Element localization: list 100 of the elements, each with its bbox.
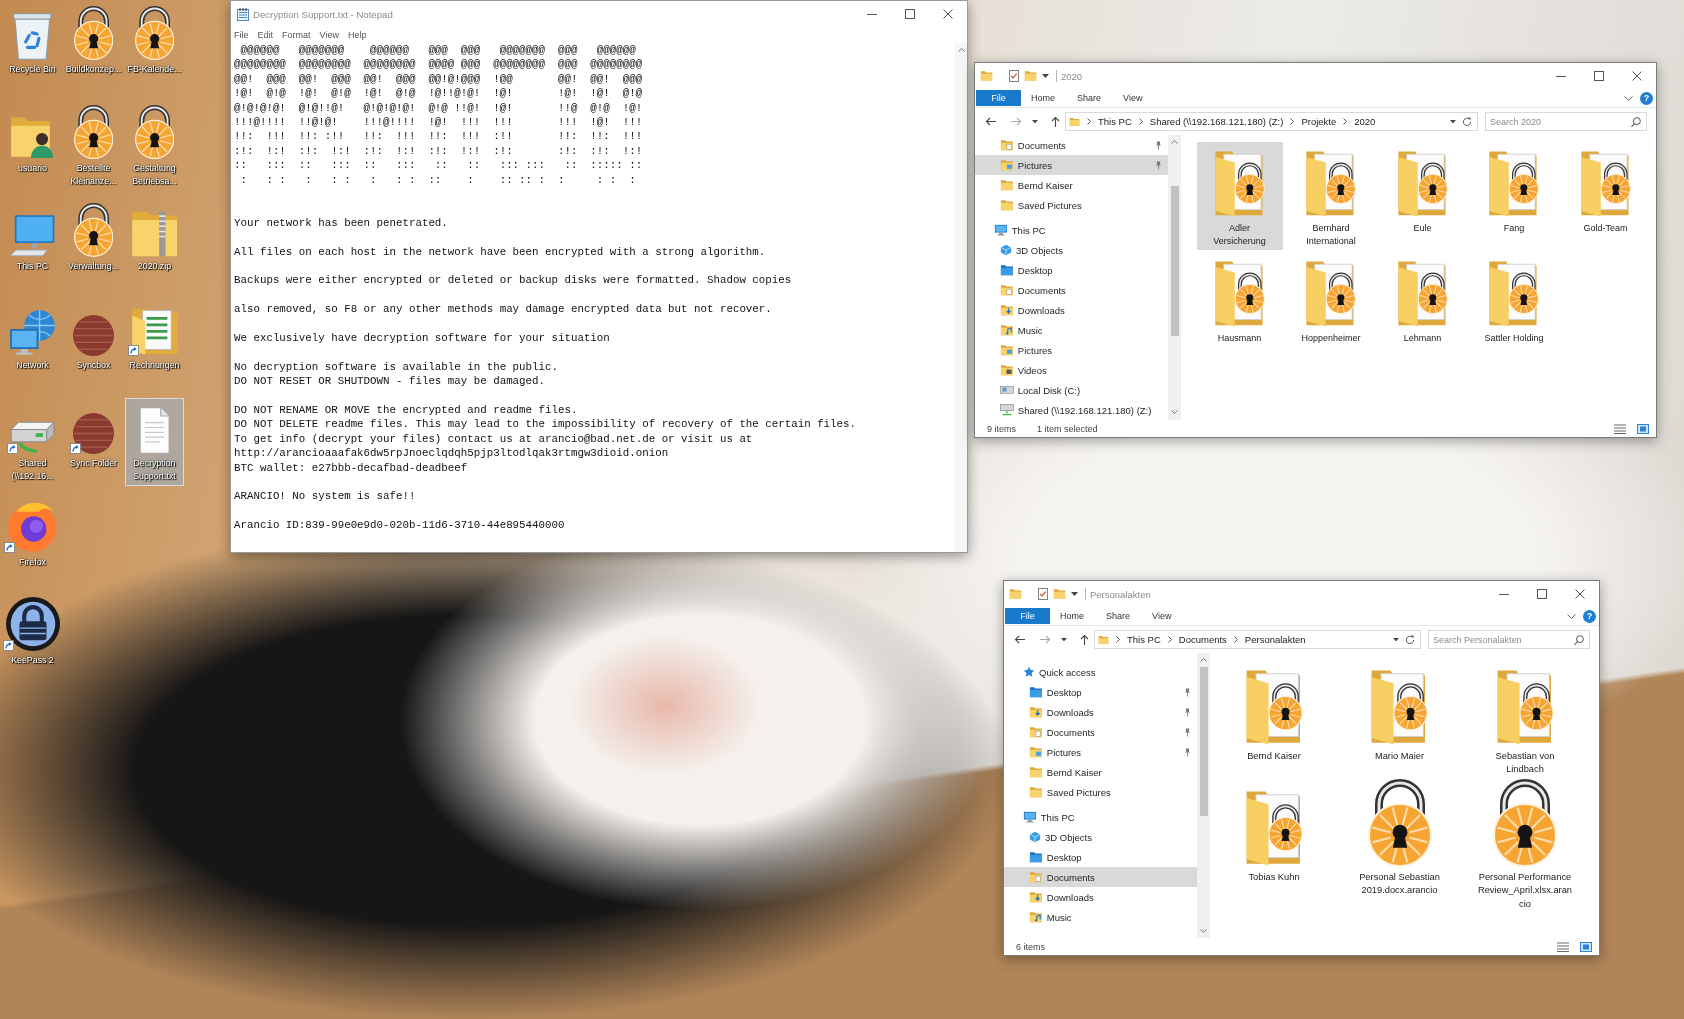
file-item[interactable]: Personal Performance Review_April.xlsx.arancio (1465, 776, 1585, 912)
nav-item[interactable]: This PC (1004, 807, 1197, 827)
menu-item[interactable]: View (319, 30, 339, 40)
minimize-icon[interactable] (1499, 593, 1509, 595)
menu-item[interactable]: Edit (257, 30, 274, 40)
back-arrow-icon[interactable] (985, 117, 996, 126)
nav-item[interactable]: Local Disk (C:) (975, 380, 1168, 400)
file-item[interactable]: Hausmann (1196, 251, 1283, 361)
breadcrumb[interactable]: This PC (1127, 634, 1161, 645)
large-icons-view-icon[interactable] (1637, 423, 1649, 434)
nav-item[interactable]: Music (975, 320, 1168, 340)
nav-item[interactable]: Desktop (1004, 847, 1197, 867)
ribbon-tab[interactable]: View (1123, 93, 1143, 103)
nav-item[interactable]: Videos (975, 360, 1168, 380)
file-item[interactable]: Tobias Kuhn (1214, 776, 1334, 912)
minimize-icon[interactable] (867, 13, 877, 15)
details-view-icon[interactable] (1614, 423, 1626, 434)
scroll-thumb[interactable] (1170, 185, 1179, 336)
ribbon-tab[interactable]: Share (1077, 93, 1102, 103)
search-icon[interactable] (1631, 116, 1641, 127)
caret-icon[interactable] (1061, 637, 1067, 642)
caret-icon[interactable] (1450, 119, 1456, 124)
details-view-icon[interactable] (1557, 941, 1569, 952)
minimize-icon[interactable] (1556, 75, 1566, 77)
file-item[interactable]: Bernhard International (1288, 141, 1374, 251)
file-item[interactable]: Personal Sebastian 2019.docx.arancio (1339, 776, 1460, 912)
pin-icon[interactable] (1155, 140, 1162, 150)
close-icon[interactable] (943, 9, 953, 19)
file-item[interactable]: Lehmann (1379, 251, 1466, 361)
up-arrow-icon[interactable] (1080, 634, 1089, 645)
nav-item[interactable]: Documents (975, 280, 1168, 300)
ribbon-tab[interactable]: View (1152, 611, 1172, 621)
nav-item[interactable]: 3D Objects (1004, 827, 1197, 847)
breadcrumb[interactable]: Projekte (1301, 116, 1337, 127)
nav-item[interactable]: Shared (\\192.168.121.180) (Z:) (975, 400, 1168, 420)
nav-item[interactable]: 3D Objects (975, 240, 1168, 260)
close-icon[interactable] (1575, 589, 1585, 599)
scrollbar[interactable] (1168, 135, 1181, 420)
checkmark-page-icon[interactable] (1038, 588, 1048, 600)
search-icon[interactable] (1574, 634, 1584, 645)
back-arrow-icon[interactable] (1014, 635, 1025, 644)
pin-icon[interactable] (1184, 707, 1191, 717)
pin-icon[interactable] (1184, 747, 1191, 757)
nav-item[interactable]: This PC (975, 220, 1168, 240)
file-item[interactable]: Sattler Holding (1471, 251, 1557, 361)
scroll-thumb[interactable] (1199, 667, 1208, 816)
file-item[interactable]: Adler Versicherung (1196, 141, 1283, 251)
nav-item[interactable]: Documents (1004, 722, 1197, 742)
nav-item[interactable]: Downloads (1004, 887, 1197, 907)
icon-entry[interactable]: KeePass 2 (3, 595, 62, 670)
nav-item[interactable]: Pictures (975, 340, 1168, 360)
nav-item[interactable]: Bernd Kaiser (1004, 762, 1197, 782)
ribbon-tab[interactable]: Share (1106, 611, 1131, 621)
menu-item[interactable]: File (234, 30, 249, 40)
chevron-down-icon[interactable] (1624, 95, 1633, 101)
search-field[interactable]: Search Personalakten (1428, 630, 1590, 649)
nav-item[interactable]: Pictures (1004, 742, 1197, 762)
nav-item[interactable]: Documents (975, 135, 1168, 155)
file-menu-button[interactable]: File (976, 90, 1021, 106)
nav-item[interactable]: Downloads (1004, 702, 1197, 722)
close-icon[interactable] (1632, 71, 1642, 81)
scrollbar[interactable] (1197, 653, 1210, 938)
file-item[interactable]: Mario Maier (1339, 655, 1460, 777)
nav-item[interactable]: Desktop (975, 260, 1168, 280)
file-item[interactable]: Bernd Kaiser (1214, 655, 1334, 777)
file-item[interactable]: Gold-Team (1562, 141, 1649, 251)
address-bar[interactable]: This PC Documents Personalakten (1094, 630, 1421, 649)
address-bar[interactable]: This PC Shared (\\192.168.121.180) (Z:) Projekte 2020 (1065, 112, 1478, 131)
pin-icon[interactable] (1155, 160, 1162, 170)
nav-item[interactable]: Documents (1004, 867, 1197, 887)
file-item[interactable]: Sebastian von Lindbach (1465, 655, 1585, 777)
nav-item[interactable]: Saved Pictures (975, 195, 1168, 215)
breadcrumb[interactable]: Personalakten (1244, 634, 1306, 645)
up-arrow-icon[interactable] (1051, 116, 1060, 127)
nav-item[interactable]: Quick access (1004, 662, 1197, 682)
menu-item[interactable]: Help (347, 30, 367, 40)
checkmark-page-icon[interactable] (1009, 70, 1019, 82)
nav-item[interactable]: Desktop (1004, 682, 1197, 702)
help-button[interactable]: ? (1583, 609, 1596, 623)
menu-item[interactable]: Format (282, 30, 311, 40)
ribbon-tab[interactable]: Home (1031, 93, 1055, 103)
caret-icon[interactable] (1032, 119, 1038, 124)
help-button[interactable]: ? (1640, 91, 1653, 105)
ribbon-tab[interactable]: Home (1060, 611, 1084, 621)
breadcrumb[interactable]: Documents (1178, 634, 1227, 645)
refresh-icon[interactable] (1462, 116, 1472, 127)
search-field[interactable]: Search 2020 (1485, 112, 1647, 131)
maximize-icon[interactable] (1537, 589, 1547, 599)
nav-item[interactable]: Pictures (975, 155, 1168, 175)
large-icons-view-icon[interactable] (1580, 941, 1592, 952)
nav-item[interactable]: Bernd Kaiser (975, 175, 1168, 195)
nav-item[interactable]: Saved Pictures (1004, 782, 1197, 802)
scrollbar[interactable] (955, 43, 967, 552)
maximize-icon[interactable] (1594, 71, 1604, 81)
caret-icon[interactable] (1042, 74, 1049, 78)
caret-icon[interactable] (1393, 637, 1399, 642)
refresh-icon[interactable] (1405, 634, 1415, 645)
caret-icon[interactable] (1071, 592, 1078, 596)
nav-item[interactable]: Music (1004, 907, 1197, 927)
breadcrumb[interactable]: This PC (1098, 116, 1132, 127)
